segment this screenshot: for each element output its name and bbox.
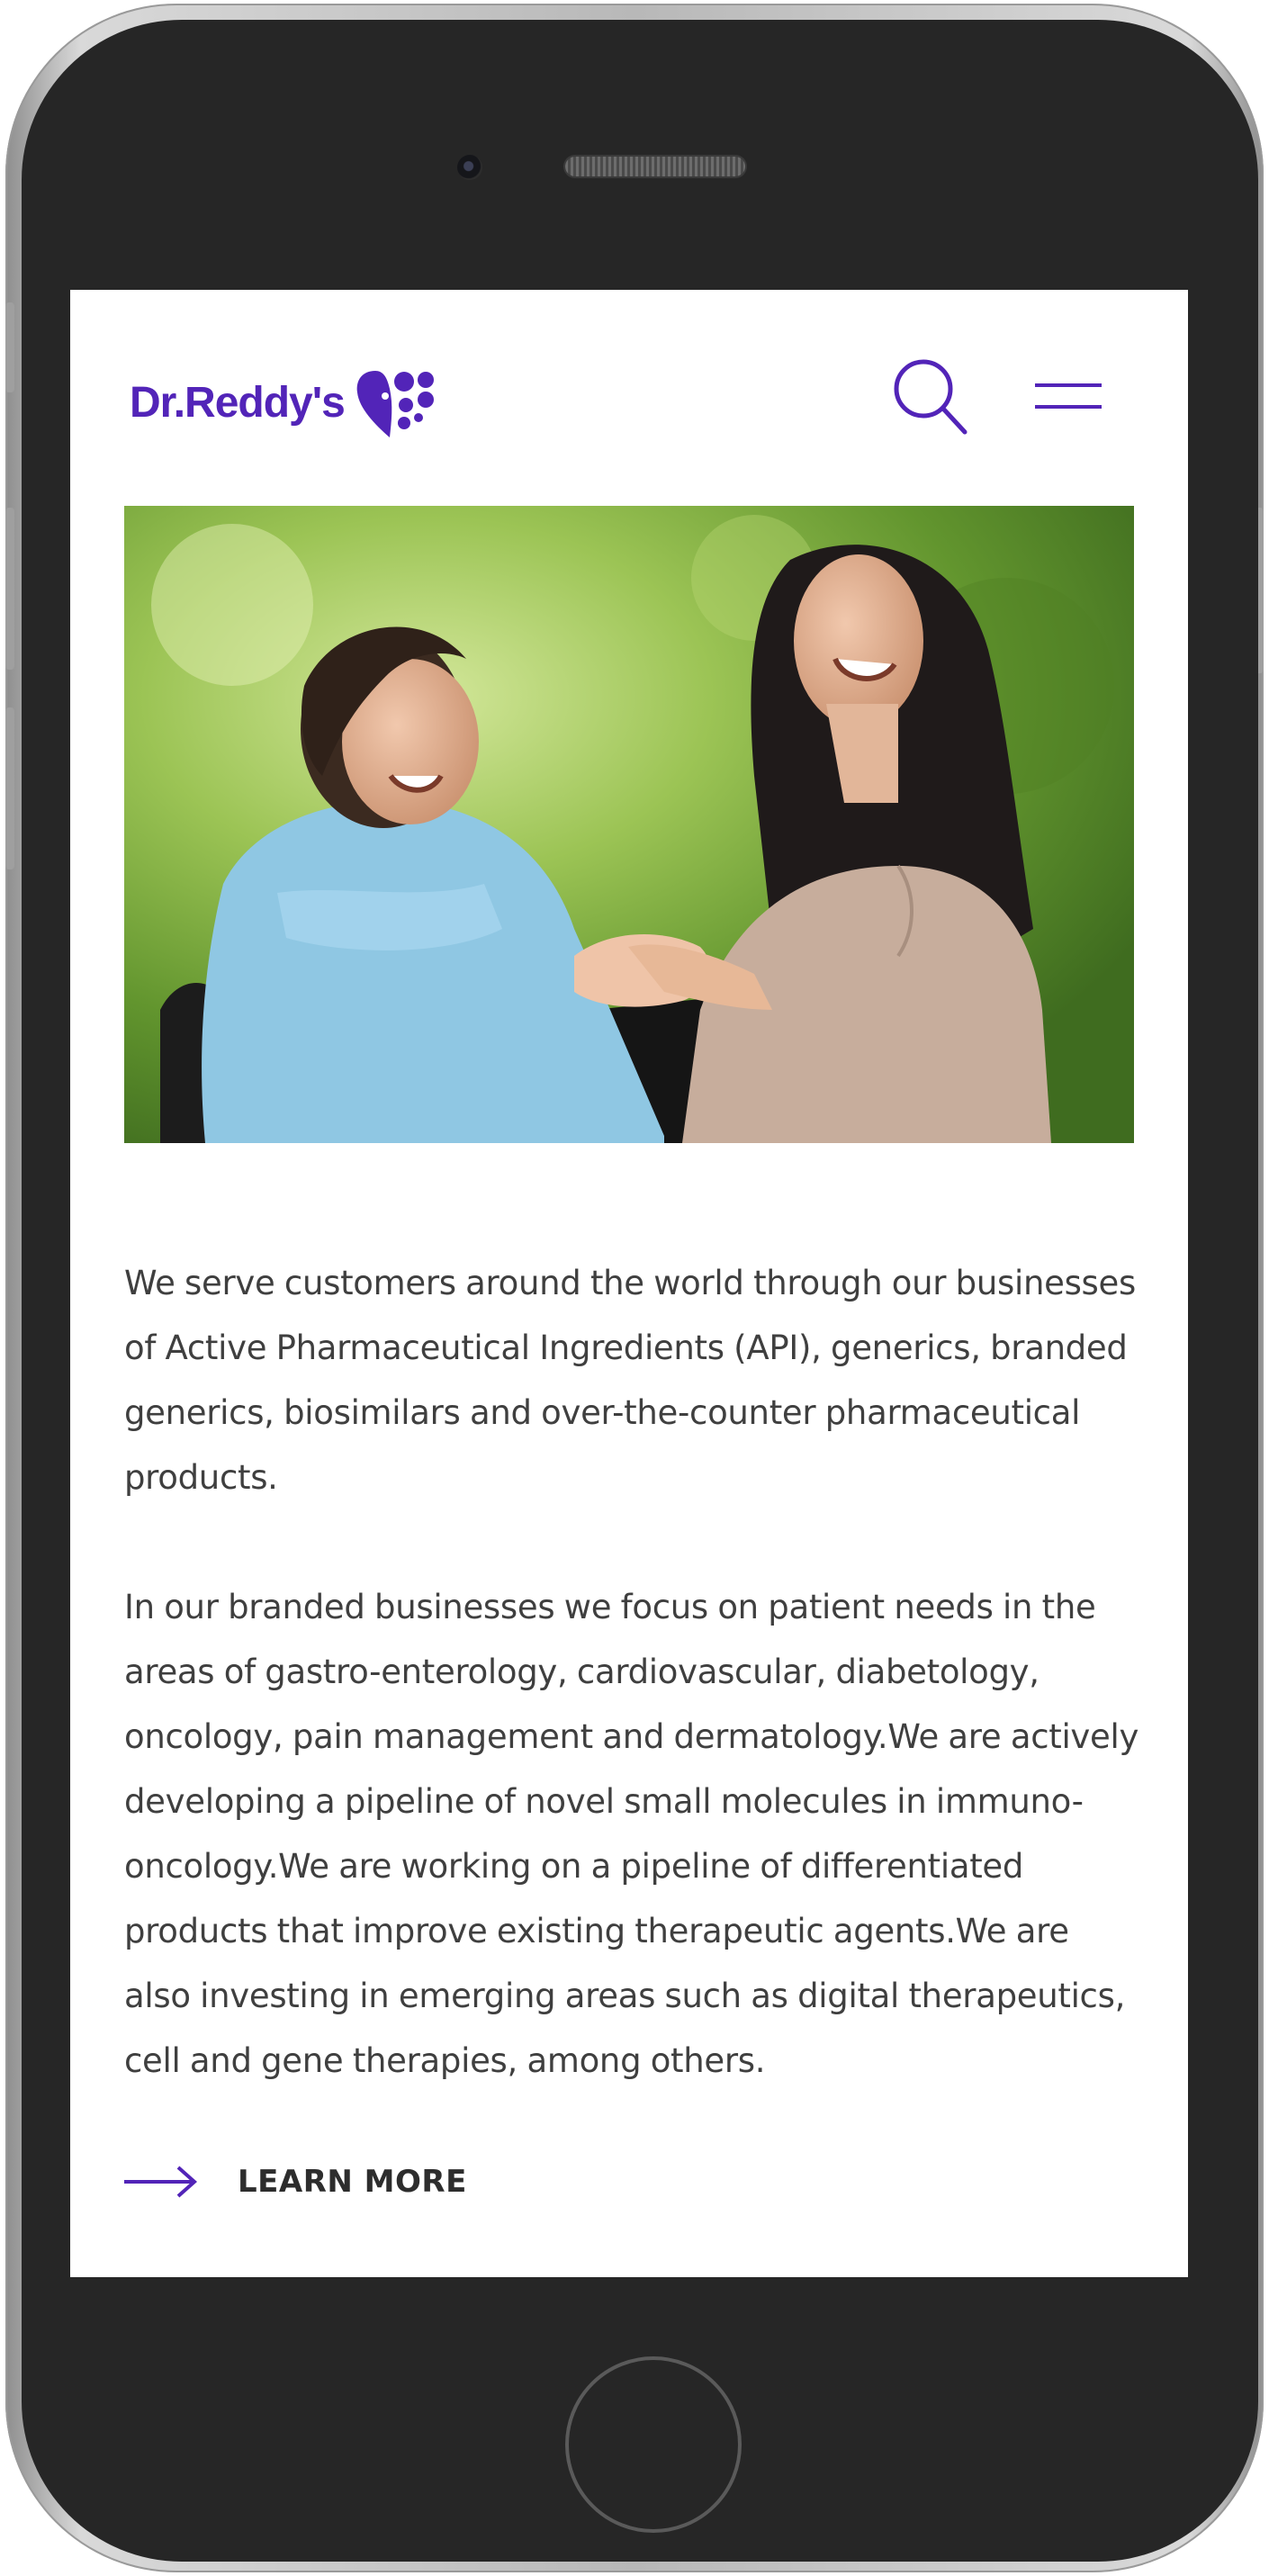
search-icon [894,359,968,435]
mute-switch [5,302,14,392]
arrow-right-icon [124,2166,198,2198]
hero-photo [124,506,1134,1143]
brand-logo[interactable]: Dr.Reddy's [130,362,444,443]
phone-screen: Dr.Reddy's We serve customers around the… [70,290,1188,2277]
site-header: Dr.Reddy's [70,290,1188,506]
hamburger-menu-icon [1035,383,1102,409]
brand-logo-text: Dr.Reddy's [130,378,346,427]
front-camera [457,155,482,180]
volume-up-button [5,508,14,670]
branded-business-paragraph: In our branded businesses we focus on pa… [124,1588,1139,2080]
menu-button[interactable] [1033,374,1105,419]
volume-down-button [5,707,14,869]
home-button [565,2356,742,2533]
content-copy: We serve customers around the world thro… [124,1251,1139,2158]
learn-more-link[interactable]: LEARN MORE [124,2155,467,2209]
search-button[interactable] [891,356,972,437]
earpiece-speaker [565,157,745,176]
hero-illustration [124,506,1134,1143]
brand-logo-mark [356,371,434,437]
intro-paragraph: We serve customers around the world thro… [124,1264,1136,1497]
learn-more-label: LEARN MORE [238,2164,467,2200]
